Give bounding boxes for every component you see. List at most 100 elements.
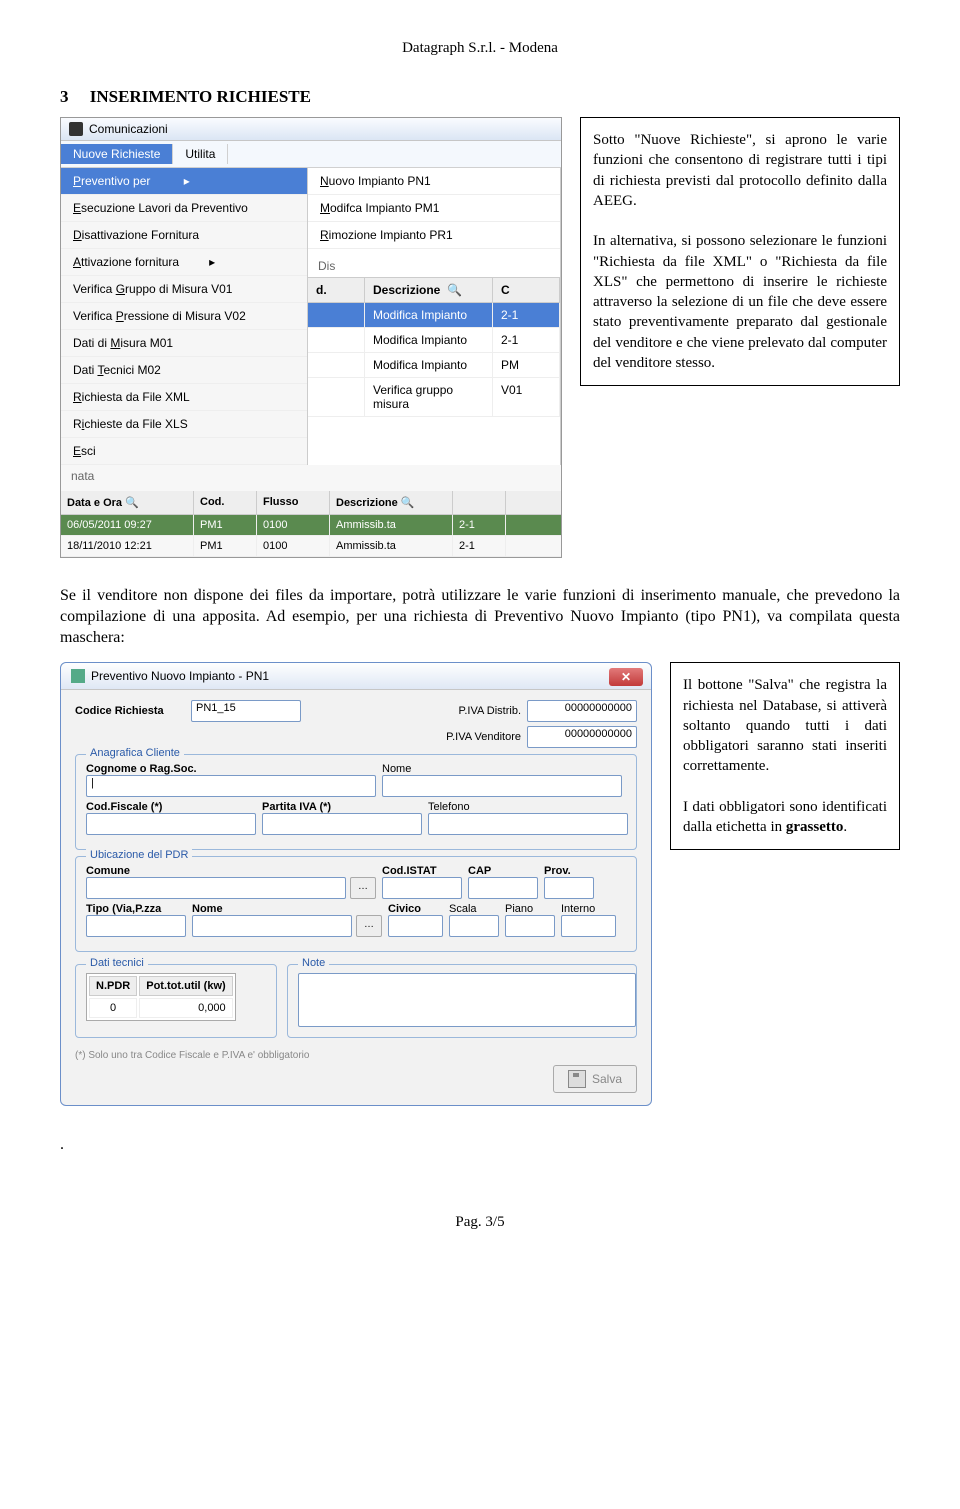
- window-title: Comunicazioni: [89, 122, 168, 136]
- frag-dis: Dis: [308, 255, 560, 277]
- legend-dati-tecnici: Dati tecnici: [86, 957, 148, 969]
- col-descrizione: Descrizione 🔍: [365, 278, 493, 302]
- screenshot-dialog-pn1: Preventivo Nuovo Impianto - PN1 ✕ Codice…: [60, 662, 652, 1106]
- menu-richiesta-xml[interactable]: Richiesta da File XML: [61, 384, 307, 411]
- fieldset-ubicazione: Ubicazione del PDR Comune … Cod.ISTAT: [75, 856, 637, 952]
- tab-utilita[interactable]: Utilita: [173, 144, 228, 164]
- th-npdr: N.PDR: [89, 976, 137, 996]
- screenshot-comunicazioni: Comunicazioni Nuove Richieste Utilita Pr…: [60, 117, 562, 558]
- input-piva-venditore[interactable]: 00000000000: [527, 726, 637, 748]
- menu-esci[interactable]: Esci: [61, 438, 307, 465]
- menubar: Nuove Richieste Utilita: [61, 141, 561, 168]
- lbl-comune: Comune: [86, 865, 376, 877]
- input-cap[interactable]: [468, 877, 538, 899]
- input-piva-distrib[interactable]: 00000000000: [527, 700, 637, 722]
- close-icon[interactable]: ✕: [609, 668, 643, 686]
- input-comune[interactable]: [86, 877, 346, 899]
- menu-richieste-xls[interactable]: Richieste da File XLS: [61, 411, 307, 438]
- input-civico[interactable]: [388, 915, 443, 937]
- lbl-piva-venditore: P.IVA Venditore: [446, 731, 521, 743]
- grid-header: d. Descrizione 🔍 C: [308, 277, 560, 303]
- fieldset-dati-tecnici: Dati tecnici N.PDR Pot.tot.util (kw) 0 0…: [75, 964, 277, 1038]
- col-dataora: Data e Ora 🔍: [61, 491, 194, 514]
- grid-row[interactable]: Modifica Impianto2-1: [308, 328, 560, 353]
- lbl-piano: Piano: [505, 903, 555, 915]
- menu-verifica-pressione[interactable]: Verifica Pressione di Misura V02: [61, 303, 307, 330]
- body-paragraph: Se il venditore non dispone dei files da…: [60, 586, 900, 648]
- grid-row[interactable]: Modifica Impianto2-1: [308, 303, 560, 328]
- menu-dati-tecnici[interactable]: Dati Tecnici M02: [61, 357, 307, 384]
- section-heading: INSERIMENTO RICHIESTE: [90, 87, 311, 106]
- input-tipo[interactable]: [86, 915, 186, 937]
- lbl-nome2: Nome: [192, 903, 382, 915]
- lbl-nome: Nome: [382, 763, 626, 775]
- fieldset-anagrafica: Anagrafica Cliente Cognome o Rag.Soc. | …: [75, 754, 637, 850]
- legend-note: Note: [298, 957, 329, 969]
- table-dati-tecnici: N.PDR Pot.tot.util (kw) 0 0,000: [86, 973, 236, 1021]
- col-cod: Cod.: [194, 491, 257, 514]
- menu-attivazione[interactable]: Attivazione fornitura ▸: [61, 249, 307, 276]
- col-blank: [453, 491, 506, 514]
- menu-esecuzione-lavori[interactable]: Esecuzione Lavori da Preventivo: [61, 195, 307, 222]
- td-pot[interactable]: 0,000: [139, 998, 232, 1018]
- tab-nuove-richieste[interactable]: Nuove Richieste: [61, 144, 173, 164]
- input-scala[interactable]: [449, 915, 499, 937]
- th-pot: Pot.tot.util (kw): [139, 976, 232, 996]
- textarea-note[interactable]: [298, 973, 636, 1027]
- lbl-cap: CAP: [468, 865, 538, 877]
- section-number: 3: [60, 87, 69, 106]
- window-titlebar: Comunicazioni: [61, 118, 561, 141]
- lbl-prov: Prov.: [544, 865, 594, 877]
- lbl-civico: Civico: [388, 903, 443, 915]
- menu-preventivo-per[interactable]: Preventivo per ▸: [61, 168, 307, 195]
- lbl-scala: Scala: [449, 903, 499, 915]
- bottom-row[interactable]: 18/11/2010 12:21 PM1 0100 Ammissib.ta 2-…: [61, 536, 561, 557]
- col-flusso: Flusso: [257, 491, 330, 514]
- input-prov[interactable]: [544, 877, 594, 899]
- box2-p1: Il bottone "Salva" che registra la richi…: [683, 677, 887, 774]
- lbl-tipo: Tipo (Via,P.zza: [86, 903, 186, 915]
- legend-anagrafica: Anagrafica Cliente: [86, 747, 184, 759]
- lbl-codice-richiesta: Codice Richiesta: [75, 705, 185, 717]
- col-descrizione2: Descrizione 🔍: [330, 491, 453, 514]
- lookup-comune-button[interactable]: …: [350, 877, 376, 899]
- submenu-rimozione-impianto[interactable]: Rimozione Impianto PR1: [308, 222, 560, 249]
- save-label: Salva: [592, 1072, 622, 1086]
- frag-nata: nata: [61, 465, 561, 487]
- left-menu: Preventivo per ▸ Esecuzione Lavori da Pr…: [61, 168, 308, 465]
- col-d: d.: [308, 278, 365, 302]
- page-footer: Pag. 3/5: [60, 1214, 900, 1231]
- grid-row[interactable]: Modifica ImpiantoPM: [308, 353, 560, 378]
- bottom-row[interactable]: 06/05/2011 09:27 PM1 0100 Ammissib.ta 2-…: [61, 515, 561, 536]
- grid-row[interactable]: Verifica gruppo misuraV01: [308, 378, 560, 417]
- menu-dati-misura[interactable]: Dati di Misura M01: [61, 330, 307, 357]
- input-istat[interactable]: [382, 877, 462, 899]
- bottom-grid: Data e Ora 🔍 Cod. Flusso Descrizione 🔍 0…: [61, 491, 561, 557]
- lbl-telefono: Telefono: [428, 801, 628, 813]
- lbl-istat: Cod.ISTAT: [382, 865, 462, 877]
- dialog-icon: [71, 669, 85, 683]
- lbl-piva-distrib: P.IVA Distrib.: [458, 705, 521, 717]
- menu-verifica-gruppo[interactable]: Verifica Gruppo di Misura V01: [61, 276, 307, 303]
- input-codfiscale[interactable]: [86, 813, 256, 835]
- input-codice-richiesta[interactable]: PN1_15: [191, 700, 301, 722]
- lbl-cognome: Cognome o Rag.Soc.: [86, 763, 376, 775]
- input-telefono[interactable]: [428, 813, 628, 835]
- input-nome[interactable]: [382, 775, 622, 797]
- td-npdr[interactable]: 0: [89, 998, 137, 1018]
- legend-ubicazione: Ubicazione del PDR: [86, 849, 192, 861]
- input-partitaiva[interactable]: [262, 813, 422, 835]
- lookup-nome-button[interactable]: …: [356, 915, 382, 937]
- submenu-modifica-impianto[interactable]: Modifca Impianto PM1: [308, 195, 560, 222]
- menu-disattivazione[interactable]: Disattivazione Fornitura: [61, 222, 307, 249]
- input-interno[interactable]: [561, 915, 616, 937]
- description-box-2: Il bottone "Salva" che registra la richi…: [670, 662, 900, 850]
- input-cognome[interactable]: |: [86, 775, 376, 797]
- save-button[interactable]: Salva: [553, 1065, 637, 1093]
- section-title: 3 INSERIMENTO RICHIESTE: [60, 87, 900, 107]
- submenu-nuovo-impianto[interactable]: Nuovo Impianto PN1: [308, 168, 560, 195]
- input-piano[interactable]: [505, 915, 555, 937]
- submenu: Nuovo Impianto PN1 Modifca Impianto PM1 …: [308, 168, 561, 465]
- input-nome2[interactable]: [192, 915, 352, 937]
- col-c: C: [493, 278, 560, 302]
